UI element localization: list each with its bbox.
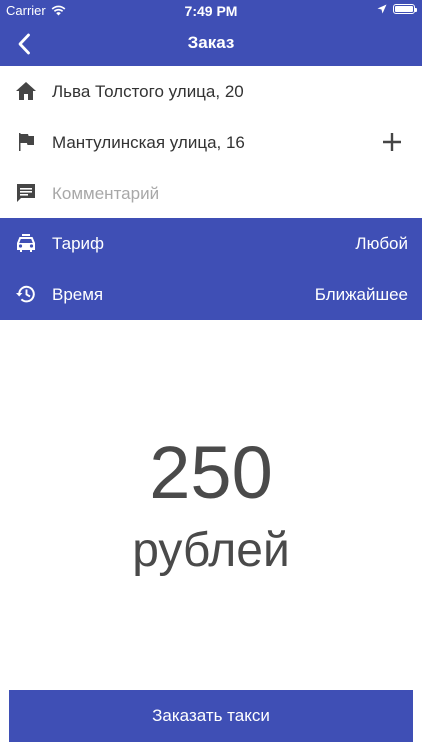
time-row[interactable]: Время Ближайшее — [0, 269, 422, 320]
to-address-row[interactable]: Мантулинская улица, 16 — [0, 117, 422, 168]
battery-icon — [393, 4, 417, 14]
add-stop-button[interactable] — [380, 130, 404, 154]
from-address: Льва Толстого улица, 20 — [52, 82, 244, 101]
tariff-label: Тариф — [52, 234, 105, 253]
comment-icon — [15, 182, 37, 204]
to-address: Мантулинская улица, 16 — [52, 133, 245, 152]
flag-icon — [15, 131, 37, 153]
comment-row[interactable]: Комментарий — [0, 168, 422, 219]
price-currency: рублей — [132, 524, 290, 577]
taxi-icon — [15, 232, 37, 254]
order-taxi-button[interactable]: Заказать такси — [9, 690, 413, 742]
page-title: Заказ — [187, 33, 235, 52]
tariff-value: Любой — [355, 234, 408, 253]
time-label: Время — [52, 285, 104, 304]
battery-level — [395, 6, 413, 12]
status-right — [377, 4, 417, 14]
home-icon — [15, 80, 37, 102]
price-amount: 250 — [149, 431, 273, 514]
header: Carrier 7:49 PM Заказ — [0, 0, 422, 66]
status-bar: Carrier 7:49 PM — [0, 0, 422, 22]
time-value: Ближайшее — [314, 285, 408, 304]
nav-bar: Заказ — [0, 22, 422, 66]
options-panel: Тариф Любой Время Ближайшее — [0, 218, 422, 320]
tariff-row[interactable]: Тариф Любой — [0, 218, 422, 269]
from-address-row[interactable]: Льва Толстого улица, 20 — [0, 66, 422, 117]
history-icon — [15, 283, 37, 305]
comment-field[interactable]: Комментарий — [52, 184, 159, 204]
location-arrow-icon — [377, 4, 387, 14]
status-time: 7:49 PM — [184, 3, 238, 19]
